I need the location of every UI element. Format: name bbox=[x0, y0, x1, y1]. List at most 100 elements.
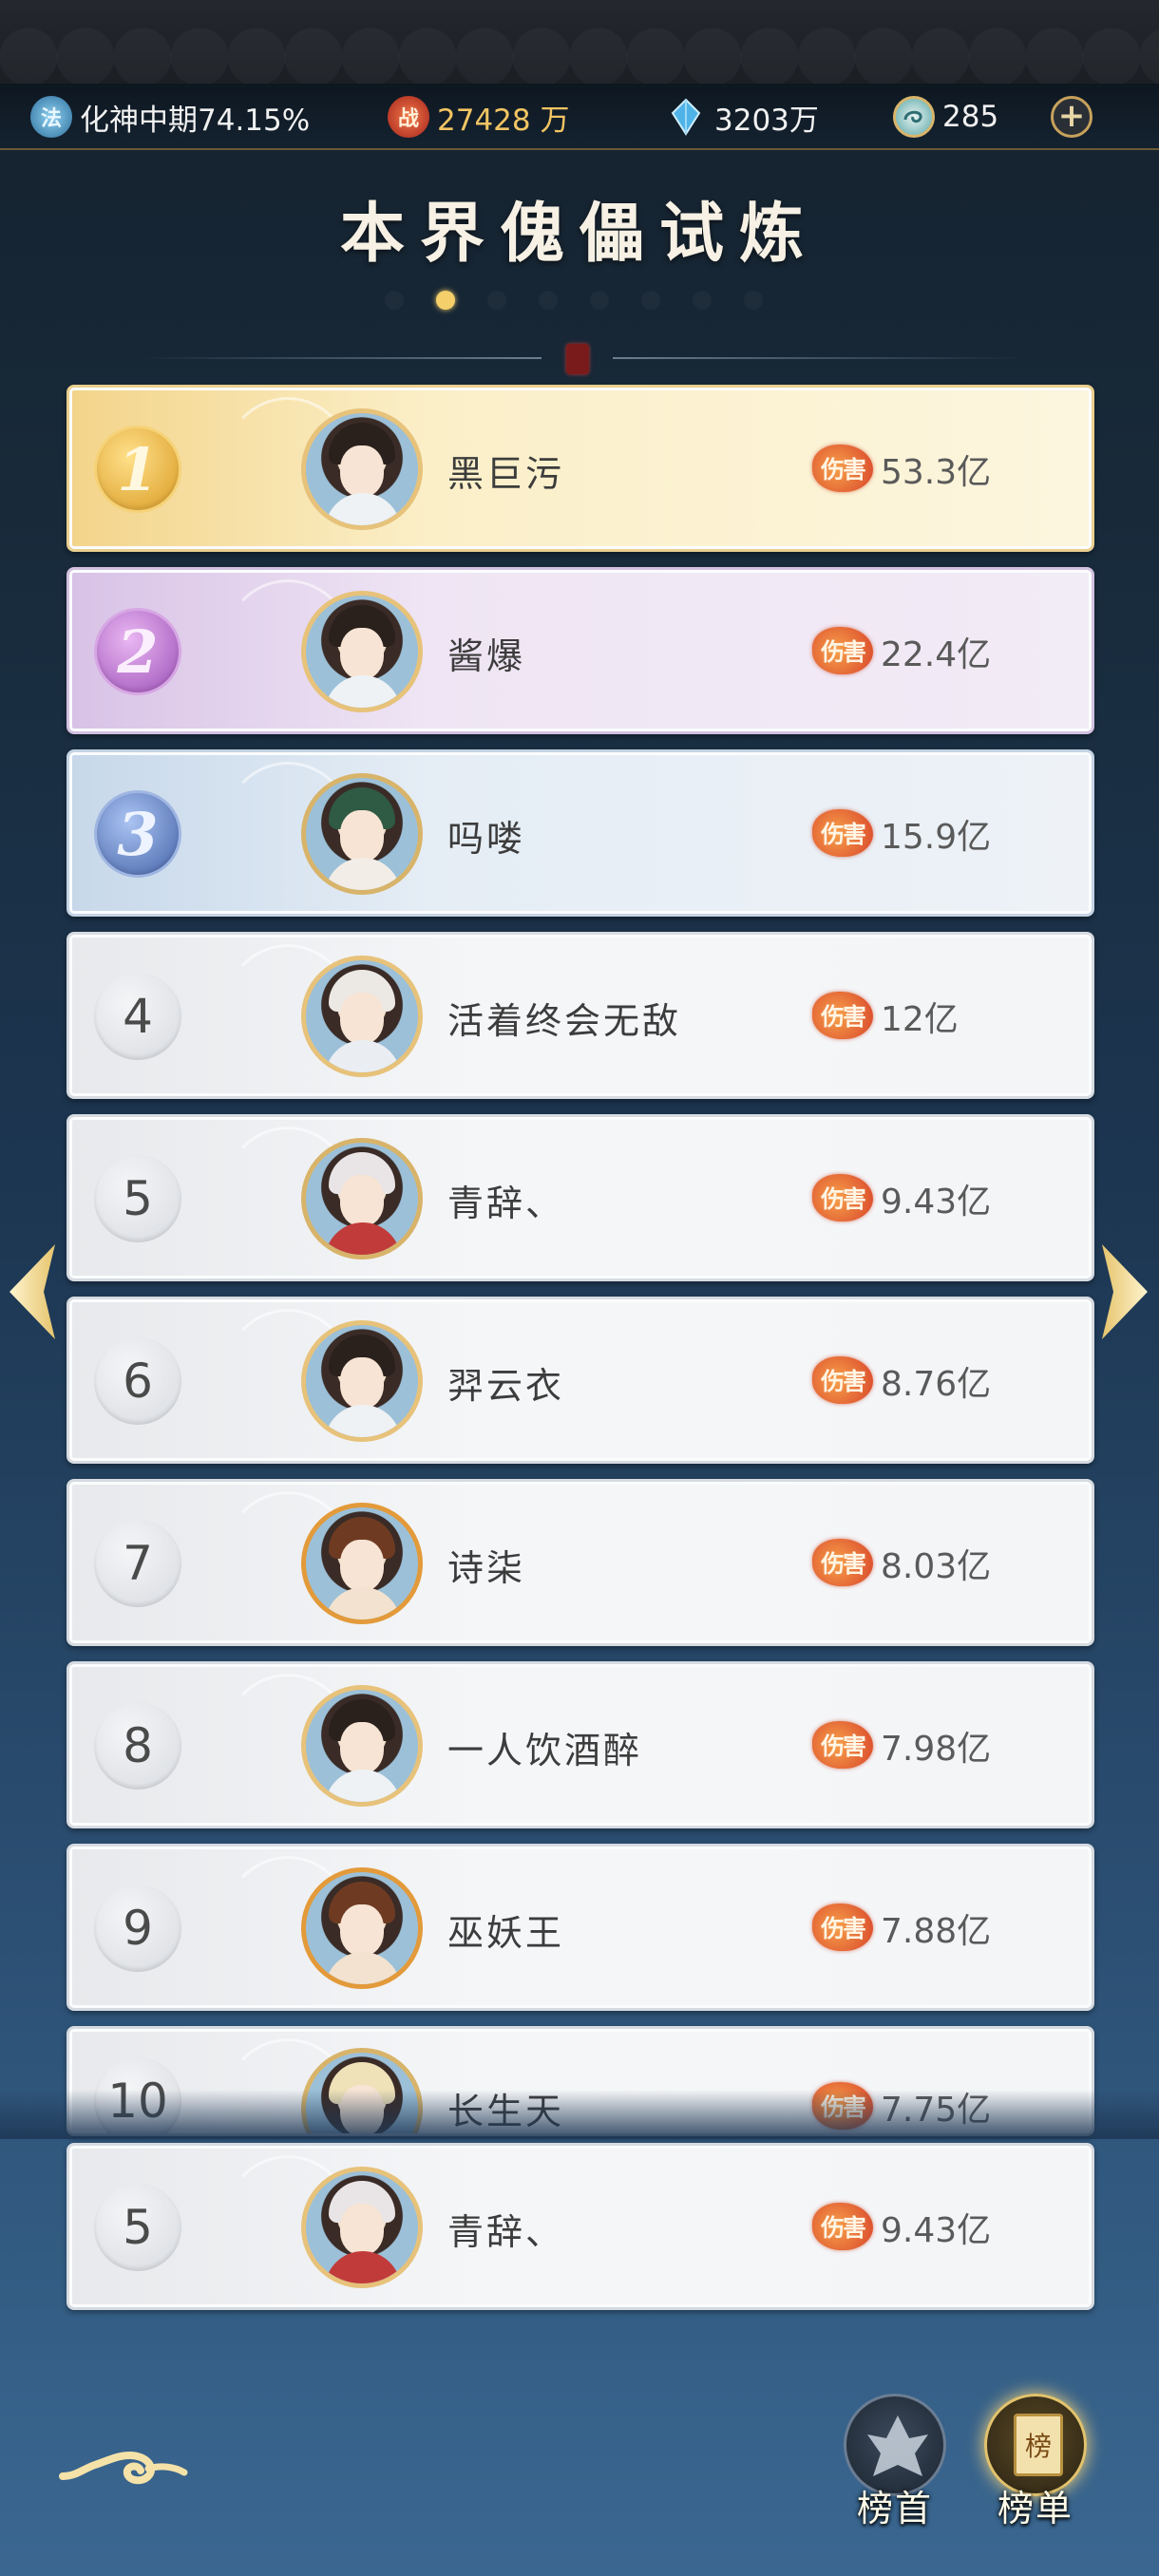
crystal-text: 3203万 bbox=[714, 103, 819, 138]
body bbox=[325, 1040, 401, 1072]
seal-icon bbox=[566, 344, 589, 374]
player-name: 青辞、 bbox=[447, 2211, 565, 2253]
rank-row[interactable]: 8 一人饮酒醉 伤害 7.98亿 bbox=[66, 1661, 1094, 1828]
damage-icon: 伤害 bbox=[812, 445, 873, 492]
combat-power-icon: 战 bbox=[388, 96, 429, 138]
damage-value: 53.3亿 bbox=[881, 453, 992, 492]
rank-row[interactable]: 6 羿云衣 伤害 8.76亿 bbox=[66, 1297, 1094, 1464]
body bbox=[325, 493, 401, 525]
combat-power-text: 27428 万 bbox=[437, 103, 570, 138]
body bbox=[325, 1405, 401, 1437]
damage-icon: 伤害 bbox=[812, 1539, 873, 1586]
damage-icon: 伤害 bbox=[812, 992, 873, 1039]
rank-medal: 1 bbox=[94, 426, 181, 513]
leaderboard-button[interactable]: 榜 榜单 bbox=[978, 2394, 1092, 2529]
realm-icon: 法 bbox=[30, 96, 72, 138]
player-name: 一人饮酒醉 bbox=[447, 1730, 643, 1771]
rank-row[interactable]: 7 诗柒 伤害 8.03亿 bbox=[66, 1479, 1094, 1646]
avatar[interactable] bbox=[301, 1867, 423, 1989]
damage-value: 12亿 bbox=[881, 1000, 959, 1039]
avatar[interactable] bbox=[301, 591, 423, 712]
rank-medal: 3 bbox=[94, 790, 181, 878]
body bbox=[325, 1952, 401, 1984]
list-fade bbox=[0, 2090, 1159, 2139]
chevron-right-icon[interactable] bbox=[1102, 1244, 1148, 1339]
coin-currency[interactable]: 285 bbox=[893, 84, 998, 150]
player-name: 青辞、 bbox=[447, 1183, 565, 1224]
damage-icon: 伤害 bbox=[812, 1356, 873, 1404]
body bbox=[325, 858, 401, 890]
face bbox=[340, 1175, 384, 1226]
avatar[interactable] bbox=[301, 1320, 423, 1442]
status-bar-area bbox=[0, 0, 1159, 84]
player-name: 吗喽 bbox=[447, 818, 526, 860]
rank-number: 4 bbox=[94, 973, 181, 1060]
rank-number: 7 bbox=[94, 1520, 181, 1607]
body bbox=[325, 1770, 401, 1802]
rank-row[interactable]: 4 活着终会无敌 伤害 12亿 bbox=[66, 932, 1094, 1099]
divider bbox=[613, 357, 1021, 359]
player-name: 诗柒 bbox=[447, 1547, 526, 1589]
damage-value: 15.9亿 bbox=[881, 818, 992, 857]
face bbox=[340, 1540, 384, 1591]
cloud-logo-icon[interactable] bbox=[57, 2427, 190, 2497]
page-dot[interactable] bbox=[385, 291, 404, 310]
crystal-currency[interactable]: 3203万 bbox=[665, 84, 819, 150]
player-name: 巫妖王 bbox=[447, 1912, 565, 1954]
avatar[interactable] bbox=[301, 408, 423, 530]
rank-number: 8 bbox=[94, 1702, 181, 1790]
rank-row[interactable]: 5 青辞、 伤害 9.43亿 bbox=[66, 1114, 1094, 1281]
page-dot[interactable] bbox=[693, 291, 712, 310]
damage-value: 7.88亿 bbox=[881, 1912, 992, 1951]
avatar[interactable] bbox=[301, 2167, 423, 2288]
rank-row[interactable]: 9 巫妖王 伤害 7.88亿 bbox=[66, 1844, 1094, 2011]
player-name: 活着终会无敌 bbox=[447, 1000, 682, 1042]
damage-value: 22.4亿 bbox=[881, 635, 992, 674]
page-indicator bbox=[385, 291, 795, 310]
rank-row[interactable]: 1 黑巨污 伤害 53.3亿 bbox=[66, 385, 1094, 552]
rank-row[interactable]: 2 酱爆 伤害 22.4亿 bbox=[66, 567, 1094, 734]
rank-number: 5 bbox=[94, 1155, 181, 1242]
avatar[interactable] bbox=[301, 1138, 423, 1260]
page-dot[interactable] bbox=[744, 291, 763, 310]
page-dot-active[interactable] bbox=[436, 291, 455, 310]
damage-icon: 伤害 bbox=[812, 1174, 873, 1222]
add-currency-button[interactable]: + bbox=[1051, 96, 1092, 138]
rank-number: 6 bbox=[94, 1337, 181, 1425]
rank-row[interactable]: 3 吗喽 伤害 15.9亿 bbox=[66, 749, 1094, 917]
page-dot[interactable] bbox=[487, 291, 506, 310]
cloud-pattern bbox=[0, 0, 1159, 84]
face bbox=[340, 445, 384, 497]
body bbox=[325, 2251, 401, 2283]
damage-value: 9.43亿 bbox=[881, 1183, 992, 1222]
combat-power[interactable]: 战 27428 万 bbox=[388, 84, 569, 150]
page-dot[interactable] bbox=[641, 291, 660, 310]
divider bbox=[142, 357, 542, 359]
rank-number: 9 bbox=[94, 1885, 181, 1972]
leaderboard-badge: 榜 bbox=[1014, 2414, 1063, 2476]
coin-text: 285 bbox=[942, 100, 999, 134]
face bbox=[340, 810, 384, 862]
player-name: 羿云衣 bbox=[447, 1365, 565, 1407]
top-rank-button[interactable]: 榜首 bbox=[838, 2394, 952, 2529]
face bbox=[340, 1904, 384, 1956]
realm-progress[interactable]: 法 化神中期74.15% bbox=[30, 84, 310, 150]
avatar[interactable] bbox=[301, 956, 423, 1077]
avatar[interactable] bbox=[301, 1685, 423, 1807]
damage-value: 8.03亿 bbox=[881, 1547, 992, 1586]
avatar[interactable] bbox=[301, 1503, 423, 1624]
body bbox=[325, 1222, 401, 1255]
body bbox=[325, 675, 401, 708]
my-rank-row[interactable]: 5 青辞、 伤害 9.43亿 bbox=[66, 2143, 1094, 2310]
damage-value: 9.43亿 bbox=[881, 2211, 992, 2250]
page-dot[interactable] bbox=[539, 291, 558, 310]
face bbox=[340, 993, 384, 1044]
damage-icon: 伤害 bbox=[812, 1721, 873, 1769]
body bbox=[325, 1587, 401, 1619]
page-dot[interactable] bbox=[590, 291, 609, 310]
avatar[interactable] bbox=[301, 773, 423, 895]
player-name: 酱爆 bbox=[447, 635, 526, 677]
chevron-left-icon[interactable] bbox=[10, 1244, 55, 1339]
damage-icon: 伤害 bbox=[812, 809, 873, 857]
damage-icon: 伤害 bbox=[812, 1904, 873, 1951]
